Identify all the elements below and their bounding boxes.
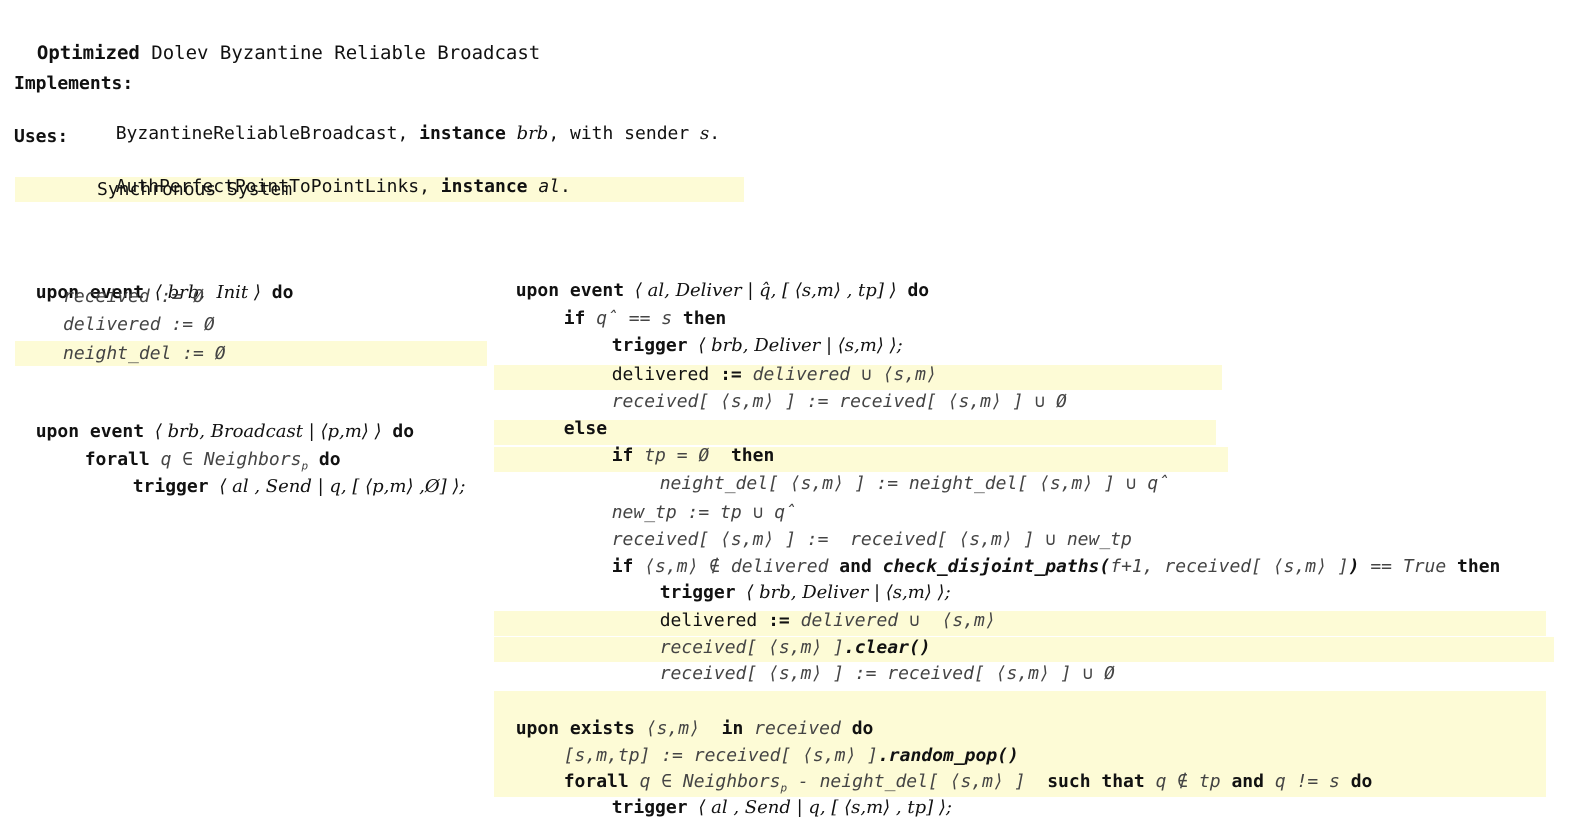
init-line-2: delivered := Ø xyxy=(63,313,215,337)
implements-end: . xyxy=(709,123,721,144)
exists-trigger: trigger ⟨ al , Send | q, [ ⟨s,m⟩ , tp] ⟩… xyxy=(590,772,952,818)
implements-inst: brb xyxy=(516,123,549,144)
implements-label: Implements: xyxy=(14,73,134,94)
uses-kw: instance xyxy=(440,176,528,197)
deliver-do: do xyxy=(907,280,930,301)
exists-trigger-body: ⟨ al , Send | q, [ ⟨s,m⟩ , tp] ⟩; xyxy=(698,797,952,818)
deliver-delivered-1: delivered := delivered ∪ ⟨s,m⟩ xyxy=(590,339,937,385)
deliver-header: upon event ⟨ al, Deliver | q̂, [ ⟨s,m⟩ ,… xyxy=(494,255,929,301)
broadcast-do: do xyxy=(392,421,415,442)
broadcast-header: upon event ⟨ brb, Broadcast | ⟨p,m⟩ ⟩ do xyxy=(14,396,414,442)
deliver-if-kw: if xyxy=(563,308,586,329)
uses-label: Uses: xyxy=(14,126,69,147)
deliver-r3: received[ ⟨s,m⟩ ] := received[ ⟨s,m⟩ ] ∪… xyxy=(659,663,1115,684)
deliver-newtp: new_tp := tp ∪ q̂ xyxy=(590,477,796,523)
exists-and: and xyxy=(1231,771,1264,792)
uses-inst: al xyxy=(538,176,561,197)
deliver-if-3: if ⟨s,m⟩ ∉ delivered and check_disjoint_… xyxy=(590,531,1501,577)
deliver-if: if q̂ == s then xyxy=(542,283,727,329)
exists-pop: [s,m,tp] := received[ ⟨s,m⟩ ].random_pop… xyxy=(542,720,1019,766)
deliver-if-2: if tp = Ø then xyxy=(590,420,775,466)
title-bold: Optimized xyxy=(36,42,140,64)
implements-post: , with sender xyxy=(548,123,701,144)
broadcast-forall: forall q ∈ Neighborsp do xyxy=(63,424,341,473)
deliver-if3-close: ) xyxy=(1348,556,1360,577)
implements-line: ByzantineReliableBroadcast, instance brb… xyxy=(94,98,720,144)
init-header: upon event ⟨ brb, Init ⟩ do xyxy=(14,257,294,303)
uses-line: AuthPerfectPointToPointLinks, instance a… xyxy=(94,151,571,197)
implements-pre: ByzantineReliableBroadcast, xyxy=(115,123,420,144)
deliver-if3-args: f+1, received[ ⟨s,m⟩ ] xyxy=(1110,556,1349,577)
deliver-trigger-1: trigger ⟨ brb, Deliver | ⟨s,m⟩ ⟩; xyxy=(590,310,903,356)
deliver-neight: neight_del[ ⟨s,m⟩ ] := neight_del[ ⟨s,m⟩… xyxy=(638,448,1169,494)
deliver-clear: received[ ⟨s,m⟩ ].clear() xyxy=(638,612,931,658)
exists-such: such that xyxy=(1047,771,1145,792)
deliver-r1: received[ ⟨s,m⟩ ] := received[ ⟨s,m⟩ ] ∪… xyxy=(611,391,1067,412)
deliver-received-3: received[ ⟨s,m⟩ ] := received[ ⟨s,m⟩ ] ∪… xyxy=(638,638,1115,684)
exists-do2: do xyxy=(1350,771,1373,792)
implements-sender: s xyxy=(700,123,710,144)
init-neight: neight_del := Ø xyxy=(63,343,226,364)
init-line-3: neight_del := Ø xyxy=(63,342,226,366)
deliver-else: else xyxy=(542,393,607,439)
deliver-if3-kw: if xyxy=(611,556,634,577)
broadcast-trigger-kw: trigger xyxy=(132,476,209,497)
implements-kw: instance xyxy=(419,123,506,144)
init-received: received := Ø xyxy=(63,286,204,307)
title-rest: Dolev Byzantine Reliable Broadcast xyxy=(139,42,541,64)
deliver-delivered-2: delivered := delivered ∪ ⟨s,m⟩ xyxy=(638,585,996,631)
exists-header: upon exists ⟨s,m⟩ in received do xyxy=(494,693,874,739)
deliver-then3-kw: then xyxy=(1457,556,1501,577)
exists-cond-b: q != s xyxy=(1274,771,1340,792)
init-delivered: delivered := Ø xyxy=(63,314,215,335)
algorithm-title: Optimized Dolev Byzantine Reliable Broad… xyxy=(14,17,540,64)
deliver-trigger-2: trigger ⟨ brb, Deliver | ⟨s,m⟩ ⟩; xyxy=(638,557,951,603)
uses-end: . xyxy=(560,176,571,197)
sync-line: Synchronous System xyxy=(97,179,293,200)
deliver-if3-cmp: == True xyxy=(1370,556,1447,577)
broadcast-trigger-body: ⟨ al , Send | q, [ ⟨p,m⟩ ,Ø] ⟩; xyxy=(219,476,466,497)
exists-trigger-kw: trigger xyxy=(611,797,688,818)
init-line-1: received := Ø xyxy=(63,285,204,309)
deliver-received-2: received[ ⟨s,m⟩ ] := received[ ⟨s,m⟩ ] ∪… xyxy=(590,504,1132,550)
exists-forall: forall q ∈ Neighborsp - neight_del[ ⟨s,m… xyxy=(542,746,1373,795)
init-do: do xyxy=(271,282,294,303)
exists-cond-a: q ∉ tp xyxy=(1155,771,1221,792)
broadcast-trigger: trigger ⟨ al , Send | q, [ ⟨p,m⟩ ,Ø] ⟩; xyxy=(111,451,466,497)
deliver-received-1: received[ ⟨s,m⟩ ] := received[ ⟨s,m⟩ ] ∪… xyxy=(590,366,1067,412)
deliver-if2-kw: if xyxy=(611,445,634,466)
